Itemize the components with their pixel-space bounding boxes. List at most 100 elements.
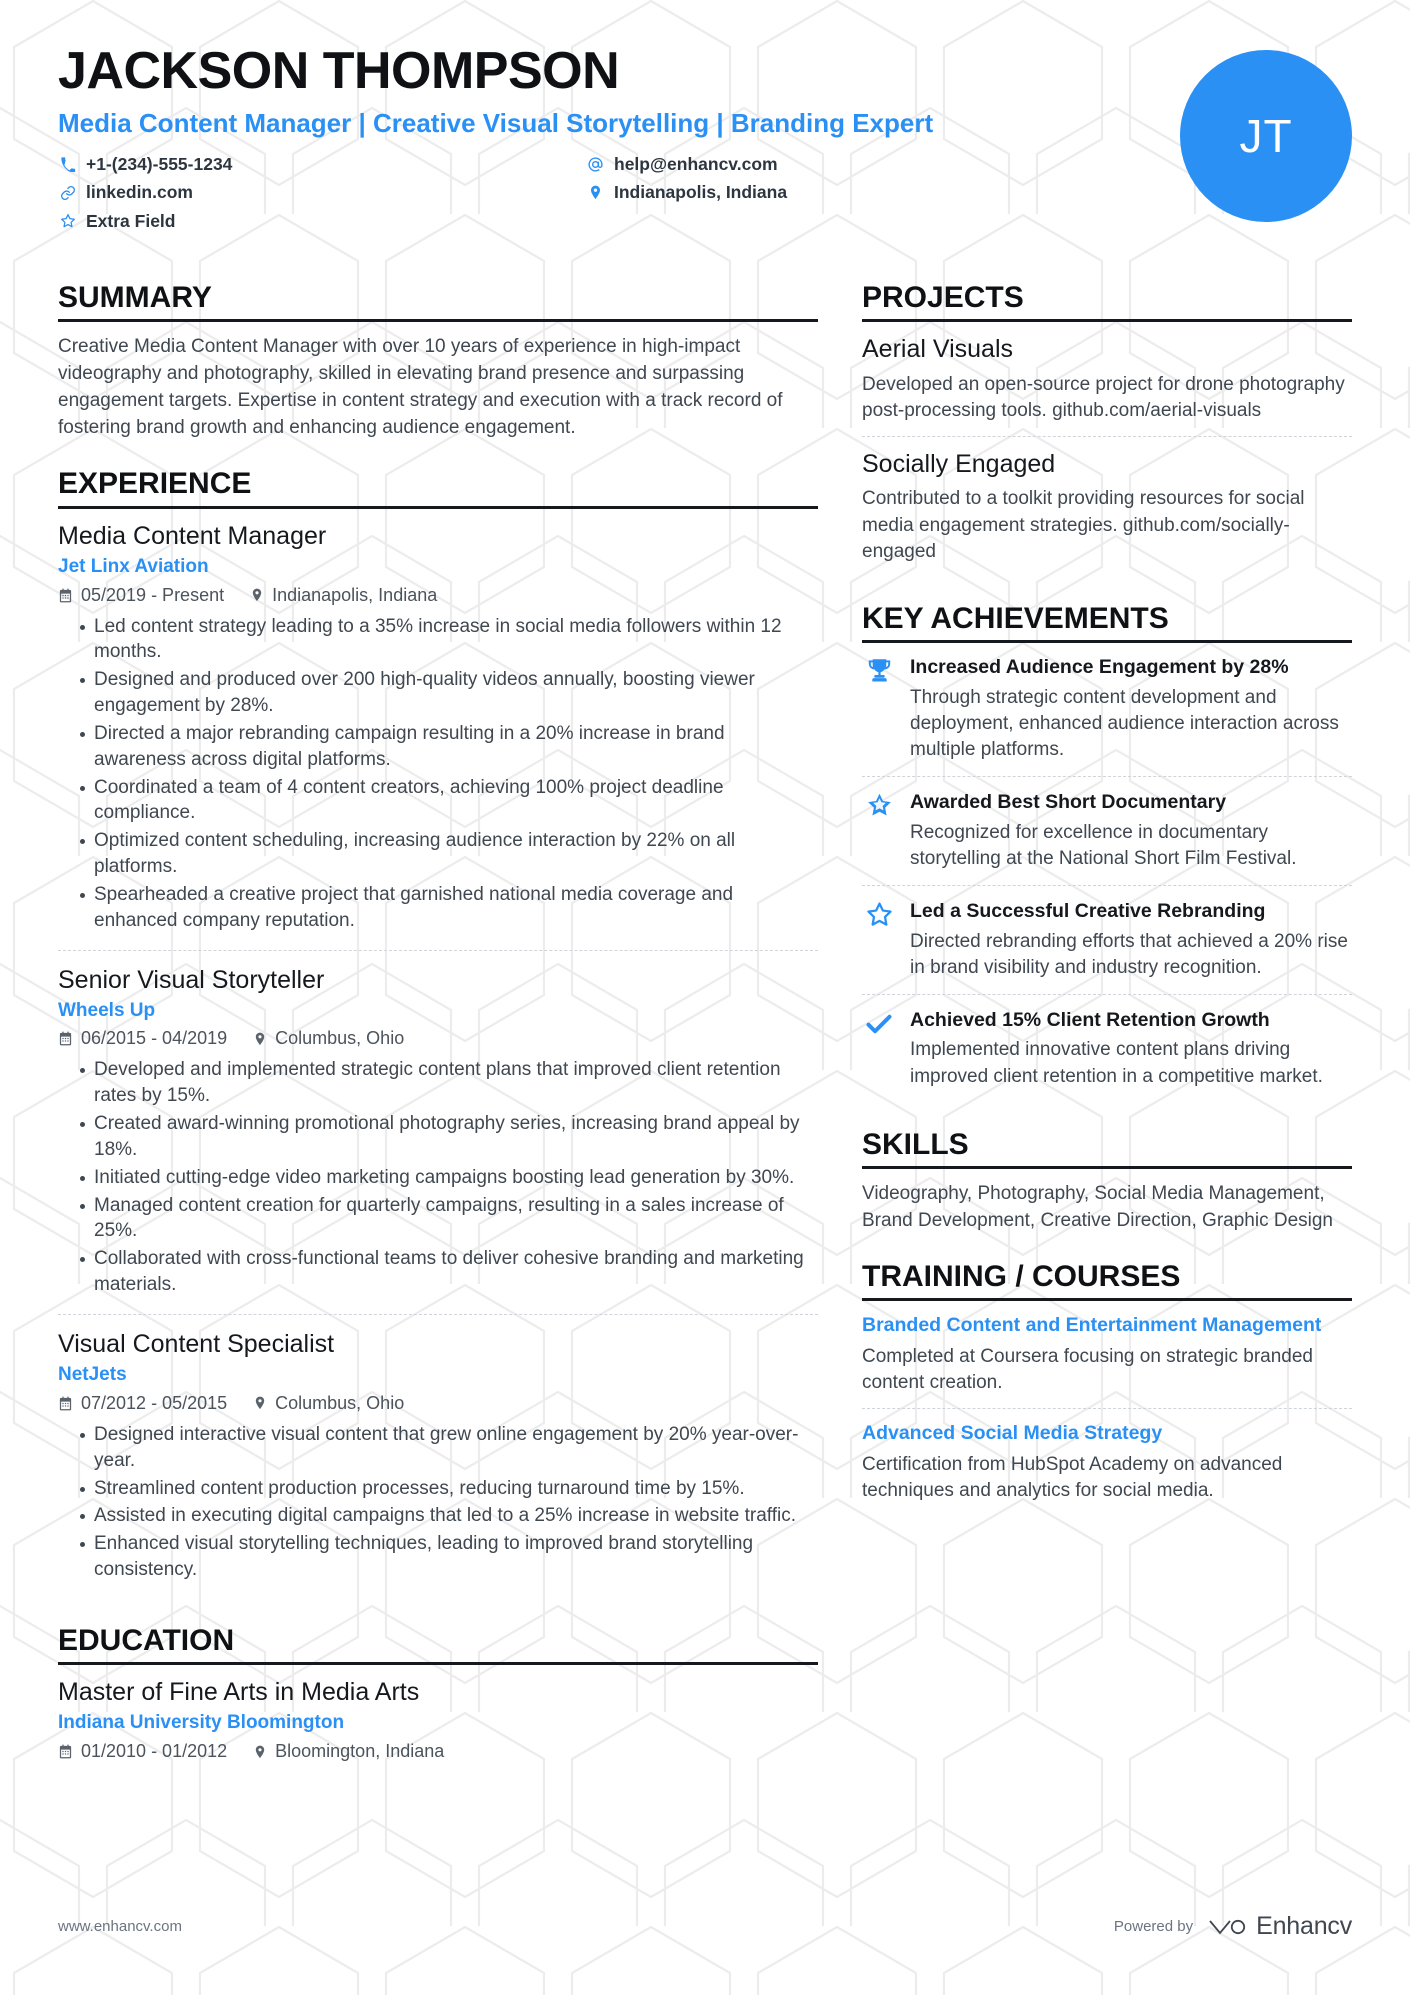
section-title-education: EDUCATION [58, 1624, 818, 1666]
footer-website-url[interactable]: www.enhancv.com [58, 1918, 182, 1935]
achievement-entry: Achieved 15% Client Retention Growth Imp… [862, 993, 1352, 1103]
bullet-item: Initiated cutting-edge video marketing c… [80, 1165, 818, 1191]
experience-dates-chip: 05/2019 - Present [58, 585, 224, 606]
project-description: Contributed to a toolkit providing resou… [862, 488, 1305, 562]
bullet-item: Coordinated a team of 4 content creators… [80, 775, 818, 827]
achievement-entry: Led a Successful Creative Rebranding Dir… [862, 885, 1352, 994]
at-icon [586, 156, 605, 173]
achievement-description: Recognized for excellence in documentary… [910, 821, 1297, 869]
left-column: SUMMARY Creative Media Content Manager w… [58, 281, 818, 1776]
education-meta: 01/2010 - 01/2012 Bloomington, Indiana [58, 1741, 818, 1762]
bullet-item: Enhanced visual storytelling techniques,… [80, 1531, 818, 1583]
achievement-body: Increased Audience Engagement by 28% Thr… [910, 655, 1352, 763]
education-location-chip: Bloomington, Indiana [253, 1741, 444, 1762]
section-key-achievements: KEY ACHIEVEMENTS Increased Audience Enga… [862, 602, 1352, 1103]
link-icon [58, 185, 77, 201]
section-training-courses: TRAINING / COURSES Branded Content and E… [862, 1260, 1352, 1516]
project-name: Socially Engaged [862, 450, 1056, 479]
experience-dates: 05/2019 - Present [81, 584, 225, 605]
training-name[interactable]: Branded Content and Entertainment Manage… [862, 1313, 1352, 1338]
bullet-item: Designed interactive visual content that… [80, 1422, 818, 1474]
bullet-item: Led content strategy leading to a 35% in… [80, 614, 818, 666]
contact-email[interactable]: help@enhancv.com [586, 152, 1058, 177]
experience-bullets: Developed and implemented strategic cont… [58, 1057, 818, 1297]
enhancv-mark-icon [1209, 1919, 1246, 1934]
education-school[interactable]: Indiana University Bloomington [58, 1711, 818, 1736]
experience-company[interactable]: Jet Linx Aviation [58, 555, 818, 580]
training-name[interactable]: Advanced Social Media Strategy [862, 1421, 1352, 1446]
star-icon [58, 213, 77, 229]
star-outline-icon [862, 899, 896, 981]
bullet-item: Spearheaded a creative project that garn… [80, 882, 818, 934]
achievement-body: Awarded Best Short Documentary Recognize… [910, 790, 1352, 872]
project-description: Developed an open-source project for dro… [862, 373, 1345, 421]
bullet-item: Directed a major rebranding campaign res… [80, 721, 818, 773]
education-location: Bloomington, Indiana [275, 1741, 445, 1762]
footer-branding: Powered by Enhancv [1114, 1912, 1352, 1941]
enhancv-wordmark: Enhancv [1256, 1912, 1352, 1940]
project-entry: Socially Engaged Contributed to a toolki… [862, 436, 1352, 577]
training-entry: Advanced Social Media Strategy Certifica… [862, 1408, 1352, 1516]
contact-linkedin-value: linkedin.com [86, 182, 193, 203]
achievement-title: Led a Successful Creative Rebranding [910, 900, 1266, 923]
star-filled-icon [862, 790, 896, 872]
experience-company[interactable]: NetJets [58, 1363, 818, 1388]
experience-bullets: Designed interactive visual content that… [58, 1422, 818, 1583]
page-footer: www.enhancv.com Powered by Enhancv [58, 1912, 1352, 1941]
contact-info-grid: +1-(234)-555-1234 help@enhancv.com linke… [58, 152, 1058, 234]
contact-extra-field[interactable]: Extra Field [58, 209, 586, 234]
experience-location: Indianapolis, Indiana [272, 584, 438, 605]
experience-dates: 07/2012 - 05/2015 [81, 1392, 228, 1413]
project-entry: Aerial Visuals Developed an open-source … [862, 334, 1352, 436]
achievement-title: Achieved 15% Client Retention Growth [910, 1008, 1270, 1031]
section-projects: PROJECTS Aerial Visuals Developed an ope… [862, 281, 1352, 577]
footer-powered-by-label: Powered by [1113, 1918, 1194, 1935]
avatar: JT [1180, 50, 1352, 222]
phone-icon [58, 156, 77, 173]
location-icon [253, 1396, 267, 1410]
achievement-title: Awarded Best Short Documentary [910, 791, 1227, 814]
bullet-item: Collaborated with cross-functional teams… [80, 1246, 818, 1298]
check-icon [862, 1008, 896, 1090]
trophy-icon [862, 655, 896, 763]
achievement-entry: Awarded Best Short Documentary Recognize… [862, 776, 1352, 885]
achievement-description: Directed rebranding efforts that achieve… [910, 930, 1348, 978]
location-icon [253, 1032, 267, 1046]
section-title-projects: PROJECTS [862, 281, 1352, 323]
experience-location: Columbus, Ohio [275, 1392, 405, 1413]
location-icon [250, 588, 264, 602]
page-title: JACKSON THOMPSON [58, 42, 620, 100]
contact-extra-field-value: Extra Field [86, 210, 176, 231]
experience-meta: 07/2012 - 05/2015 Columbus, Ohio [58, 1393, 818, 1414]
contact-location[interactable]: Indianapolis, Indiana [586, 180, 1058, 205]
bullet-item: Optimized content scheduling, increasing… [80, 828, 818, 880]
achievement-body: Achieved 15% Client Retention Growth Imp… [910, 1008, 1352, 1090]
location-icon [253, 1745, 267, 1759]
experience-company[interactable]: Wheels Up [58, 999, 818, 1024]
calendar-icon [58, 1396, 73, 1411]
training-description: Completed at Coursera focusing on strate… [862, 1345, 1313, 1393]
section-title-skills: SKILLS [862, 1128, 1352, 1170]
training-description: Certification from HubSpot Academy on ad… [862, 1453, 1283, 1501]
contact-linkedin[interactable]: linkedin.com [58, 180, 586, 205]
bullet-item: Developed and implemented strategic cont… [80, 1057, 818, 1109]
achievement-title: Increased Audience Engagement by 28% [910, 656, 1289, 679]
section-skills: SKILLS Videography, Photography, Social … [862, 1128, 1352, 1235]
section-title-key-achievements: KEY ACHIEVEMENTS [862, 602, 1352, 644]
bullet-item: Assisted in executing digital campaigns … [80, 1503, 818, 1529]
bullet-item: Managed content creation for quarterly c… [80, 1193, 818, 1245]
experience-location-chip: Indianapolis, Indiana [250, 585, 437, 606]
location-icon [586, 185, 605, 200]
section-title-summary: SUMMARY [58, 281, 818, 323]
experience-role: Senior Visual Storyteller [58, 965, 325, 994]
section-title-training-courses: TRAINING / COURSES [862, 1260, 1352, 1302]
calendar-icon [58, 1744, 73, 1759]
contact-phone[interactable]: +1-(234)-555-1234 [58, 152, 586, 177]
experience-entry: Senior Visual Storyteller Wheels Up 06/2… [58, 949, 818, 1314]
resume-page: JACKSON THOMPSON Media Content Manager |… [0, 0, 1410, 1995]
right-column: PROJECTS Aerial Visuals Developed an ope… [862, 281, 1352, 1776]
education-dates: 01/2010 - 01/2012 [81, 1741, 228, 1762]
experience-dates-chip: 07/2012 - 05/2015 [58, 1393, 227, 1414]
contact-phone-value: +1-(234)-555-1234 [86, 153, 233, 174]
achievement-entry: Increased Audience Engagement by 28% Thr… [862, 655, 1352, 776]
